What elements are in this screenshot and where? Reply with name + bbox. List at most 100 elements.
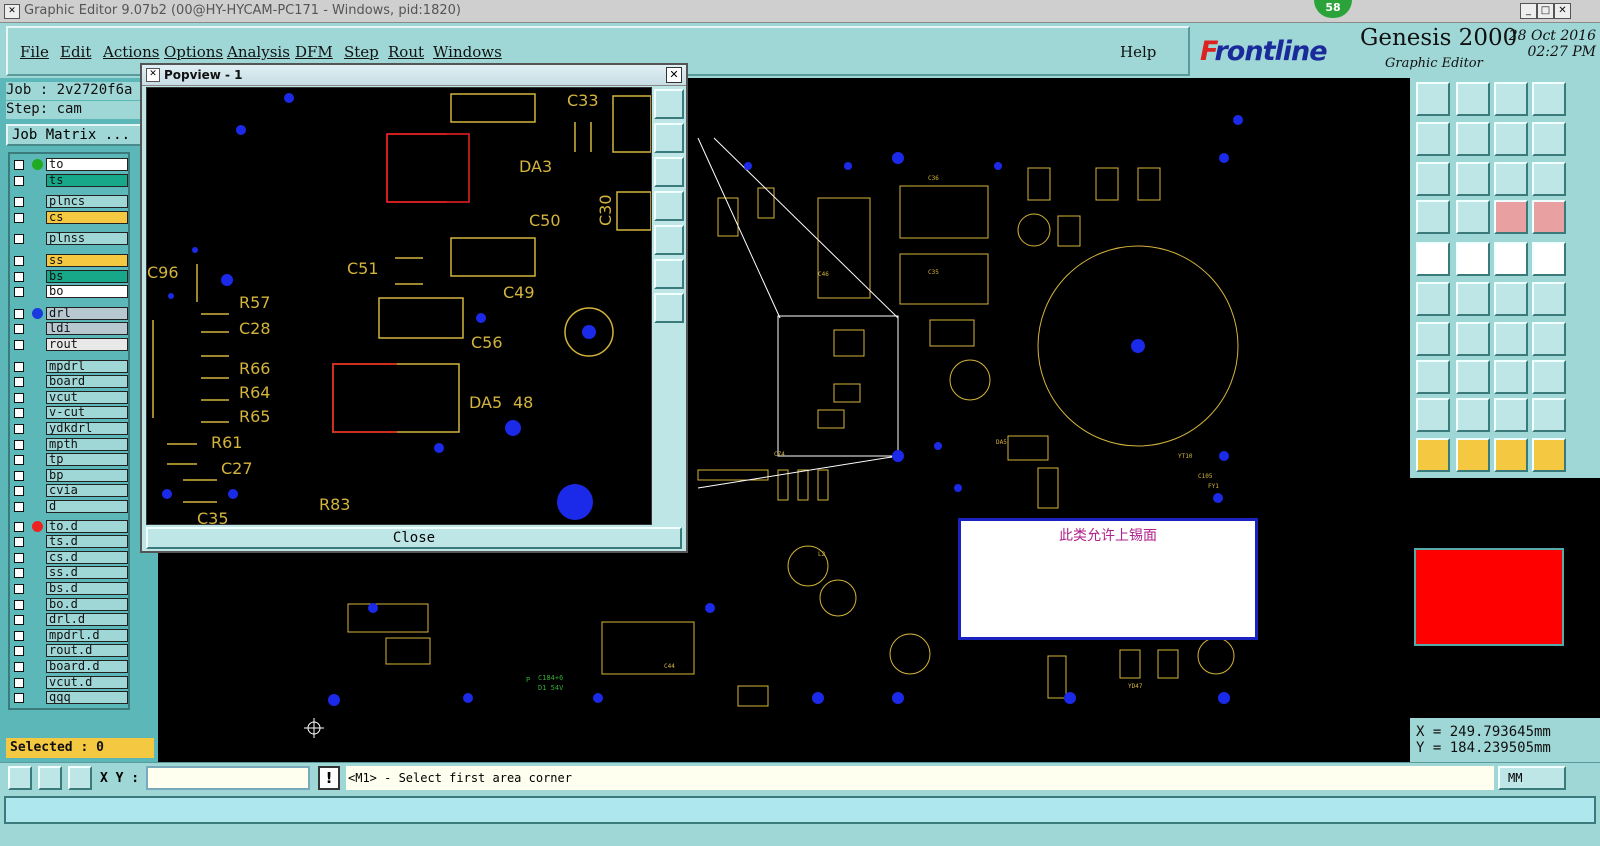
line-edit-icon[interactable] xyxy=(1456,322,1490,356)
layer-name[interactable]: vcut xyxy=(46,390,128,404)
layer-row[interactable]: rout.d xyxy=(12,644,128,658)
net-select-icon[interactable] xyxy=(1416,282,1450,316)
job-matrix-button[interactable]: Job Matrix ... xyxy=(6,124,152,146)
popview-down-icon[interactable] xyxy=(654,157,684,187)
line-icon[interactable] xyxy=(1416,322,1450,356)
layer-name[interactable]: bo xyxy=(46,285,128,299)
pan-right-icon[interactable] xyxy=(1456,122,1490,156)
popview-close-icon[interactable]: ✕ xyxy=(666,67,682,83)
minus-icon[interactable] xyxy=(1456,360,1490,394)
grid-view-icon[interactable] xyxy=(1532,82,1566,116)
layer-checkbox[interactable] xyxy=(14,521,24,532)
layer-name[interactable]: to.d xyxy=(46,519,128,533)
popview-right-icon[interactable] xyxy=(654,225,684,255)
layer-row[interactable]: plncs xyxy=(12,195,128,209)
layer-checkbox[interactable] xyxy=(14,308,24,319)
zoom-down-icon[interactable] xyxy=(1456,82,1490,116)
layer-row[interactable]: vcut xyxy=(12,390,128,405)
layer-name[interactable]: cs.d xyxy=(46,550,128,564)
layer-checkbox[interactable] xyxy=(14,439,24,450)
layer-checkbox[interactable] xyxy=(14,537,24,548)
layer-row[interactable]: ydkdrl xyxy=(12,422,128,436)
layer-checkbox[interactable] xyxy=(14,677,24,688)
layer-checkbox[interactable] xyxy=(14,271,24,282)
layer-name[interactable]: board.d xyxy=(46,660,128,673)
snap-mode-icon[interactable] xyxy=(8,766,32,790)
layer-row[interactable]: bo xyxy=(12,285,128,299)
text-icon[interactable] xyxy=(1532,322,1566,356)
layer-name[interactable]: ss.d xyxy=(46,566,128,580)
layer-row[interactable]: bp xyxy=(12,468,128,483)
layer-name[interactable]: mpdrl.d xyxy=(46,628,128,642)
angle-icon[interactable] xyxy=(38,766,62,790)
triangle-d-icon[interactable] xyxy=(1532,398,1566,432)
layer-red-icon[interactable] xyxy=(1494,200,1528,234)
zoom-fit-icon[interactable] xyxy=(1416,162,1450,196)
xy-input[interactable] xyxy=(146,766,310,790)
route-icon[interactable] xyxy=(1532,438,1566,472)
layer-name[interactable]: tp xyxy=(46,453,128,467)
layer-checkbox[interactable] xyxy=(14,212,24,223)
layer-name[interactable]: drl.d xyxy=(46,613,128,627)
grid-snap-icon[interactable] xyxy=(68,766,92,790)
layer-checkbox[interactable] xyxy=(14,615,24,626)
layer-row[interactable]: cs.d xyxy=(12,550,128,565)
pointer-area-icon[interactable] xyxy=(1494,438,1528,472)
layer-name[interactable]: bs.d xyxy=(46,582,128,595)
layer-name[interactable]: vcut.d xyxy=(46,675,128,689)
menu-options[interactable]: Options xyxy=(164,43,223,61)
layer-checkbox[interactable] xyxy=(14,377,24,388)
pointer-icon[interactable] xyxy=(1416,438,1450,472)
layer-name[interactable]: bo.d xyxy=(46,597,128,611)
triangle-a-icon[interactable] xyxy=(1416,398,1450,432)
menu-step[interactable]: Step xyxy=(344,43,379,61)
layer-name[interactable]: ldi xyxy=(46,322,128,336)
layer-row[interactable]: board xyxy=(12,375,128,389)
menu-help[interactable]: Help xyxy=(1120,43,1156,61)
layer-row[interactable]: bs xyxy=(12,269,128,284)
layer-row[interactable]: to.d xyxy=(12,519,128,534)
layer-name[interactable]: rout.d xyxy=(46,644,128,658)
layer-checkbox[interactable] xyxy=(14,584,24,594)
layer-checkbox[interactable] xyxy=(14,470,24,481)
move-pad-icon[interactable] xyxy=(1494,282,1528,316)
layer-checkbox[interactable] xyxy=(14,693,24,704)
layer-checkbox[interactable] xyxy=(14,340,24,350)
layer-name[interactable]: drl xyxy=(46,306,128,320)
layer-row[interactable]: plnss xyxy=(12,232,128,246)
layer-row[interactable]: ts xyxy=(12,173,128,188)
layer-row[interactable]: drl xyxy=(12,306,128,321)
triangle-c-icon[interactable] xyxy=(1494,398,1528,432)
select-pad-icon[interactable] xyxy=(1416,242,1450,276)
layer-checkbox[interactable] xyxy=(14,552,24,563)
popview-left-icon[interactable] xyxy=(654,191,684,221)
layer-row[interactable]: mpth xyxy=(12,437,128,452)
layer-checkbox[interactable] xyxy=(14,599,24,610)
layer-row[interactable]: to xyxy=(12,158,128,172)
help-query-icon[interactable] xyxy=(1532,162,1566,196)
layer-row[interactable]: vcut.d xyxy=(12,675,128,690)
layer-checkbox[interactable] xyxy=(14,502,24,512)
menu-actions[interactable]: Actions xyxy=(103,43,159,61)
layer-checkbox[interactable] xyxy=(14,234,24,245)
layer-checkbox[interactable] xyxy=(14,646,24,657)
popview-canvas[interactable]: C33 DA3 C50 C30 C51 C49 C56 R57 C28 R66 … xyxy=(146,87,652,525)
layer-name[interactable]: rout xyxy=(46,338,128,351)
popview-expand-icon[interactable] xyxy=(654,293,684,323)
zoom-home-icon[interactable] xyxy=(1416,82,1450,116)
layer-checkbox[interactable] xyxy=(14,568,24,579)
arc-icon[interactable] xyxy=(1494,322,1528,356)
swap-icon[interactable] xyxy=(1494,122,1528,156)
layer-name[interactable]: v-cut xyxy=(46,406,128,420)
layer-row[interactable]: cvia xyxy=(12,484,128,498)
measure-icon[interactable] xyxy=(1456,242,1490,276)
split-icon[interactable] xyxy=(1494,360,1528,394)
ruler-icon[interactable] xyxy=(1494,242,1528,276)
layer-row[interactable]: cs xyxy=(12,210,128,225)
layer-row[interactable]: tp xyxy=(12,453,128,467)
note-textbox[interactable]: 此类允许上锡面 xyxy=(958,518,1258,640)
layer-name[interactable]: qqq xyxy=(46,691,128,705)
layer-row[interactable]: board.d xyxy=(12,660,128,674)
layer-name[interactable]: plnss xyxy=(46,232,128,246)
layer-row[interactable]: v-cut xyxy=(12,406,128,420)
